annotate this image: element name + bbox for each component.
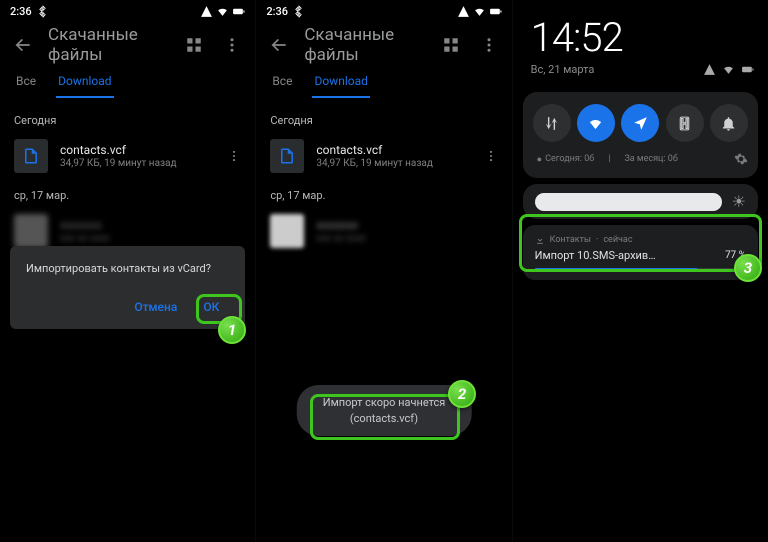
bluetooth-icon [36,5,49,18]
file-meta: 34,97 КБ, 19 минут назад [60,158,219,169]
tab-download[interactable]: Download [312,68,369,98]
grid-view-button[interactable] [432,26,470,64]
file-icon [270,139,304,173]
shade-date: Вс, 21 марта [531,63,595,76]
section-today: Сегодня [256,104,511,133]
signal-icon [200,5,213,18]
sun-icon: ☀ [732,192,746,211]
file-name: contacts.vcf [316,143,475,157]
battery-icon [232,5,245,18]
file-more-button[interactable] [219,141,249,171]
section-date: ср, 17 мар. [0,179,255,208]
section-today: Сегодня [0,104,255,133]
import-dialog: Импортировать контакты из vCard? Отмена … [10,246,245,329]
counter-month: За месяц: 0б [624,154,677,164]
file-icon [270,214,304,248]
status-time: 2:36 [10,5,32,18]
wifi-icon [722,63,735,76]
qs-power-toggle[interactable] [666,104,704,142]
battery-icon [489,5,502,18]
cancel-button[interactable]: Отмена [124,293,187,321]
signal-icon [457,5,470,18]
more-button[interactable] [213,26,251,64]
dialog-message: Импортировать контакты из vCard? [26,262,229,275]
tab-download[interactable]: Download [56,68,113,98]
header-title: Скачанные файлы [42,25,175,65]
tab-all[interactable]: Все [270,68,294,98]
bluetooth-icon [292,5,305,18]
file-row[interactable]: contacts.vcf 34,97 КБ, 19 минут назад [256,133,511,179]
qs-location-toggle[interactable] [621,104,659,142]
app-header: Скачанные файлы [256,22,511,68]
counter-today: ● Сегодня: 0б [537,154,595,165]
app-header: Скачанные файлы [0,22,255,68]
file-name: contacts.vcf [60,143,219,157]
signal-icon [703,63,716,76]
gear-icon[interactable] [734,152,748,166]
file-row[interactable]: contacts.vcf 34,97 КБ, 19 минут назад [0,133,255,179]
status-bar: 2:36 [0,0,255,22]
tabs: Все Download [0,68,255,104]
file-more-button[interactable] [476,141,506,171]
file-row-blurred[interactable]: xxxxxxxxxx xx xxxx [256,208,511,254]
file-icon [14,214,48,248]
status-time: 2:36 [266,5,288,18]
badge-3: 3 [734,254,762,282]
file-icon [14,139,48,173]
toast-import: Импорт скоро начнется (contacts.vcf) [297,385,472,436]
progress-bar [535,268,746,270]
header-title: Скачанные файлы [298,25,431,65]
file-meta: 34,97 КБ, 19 минут назад [316,158,475,169]
notification-import[interactable]: Контакты · сейчас Импорт 10.SMS-архив… 7… [523,225,758,280]
more-button[interactable] [470,26,508,64]
tabs: Все Download [256,68,511,104]
badge-2: 2 [448,380,476,408]
notif-title: Импорт 10.SMS-архив… [535,249,656,262]
qs-data-toggle[interactable] [533,104,571,142]
shade-time: 14:52 [513,0,768,61]
ok-button[interactable]: ОК [193,293,229,321]
brightness-slider[interactable]: ☀ [523,184,758,219]
status-bar: 2:36 [256,0,511,22]
back-button[interactable] [260,26,298,64]
back-button[interactable] [4,26,42,64]
qs-bell-toggle[interactable] [710,104,748,142]
battery-icon [741,63,754,76]
tab-all[interactable]: Все [14,68,38,98]
quick-settings: ● Сегодня: 0б | За месяц: 0б [523,92,758,178]
wifi-icon [216,5,229,18]
download-icon [535,235,545,245]
qs-wifi-toggle[interactable] [577,104,615,142]
wifi-icon [473,5,486,18]
badge-1: 1 [218,316,246,344]
grid-view-button[interactable] [175,26,213,64]
section-date: ср, 17 мар. [256,179,511,208]
